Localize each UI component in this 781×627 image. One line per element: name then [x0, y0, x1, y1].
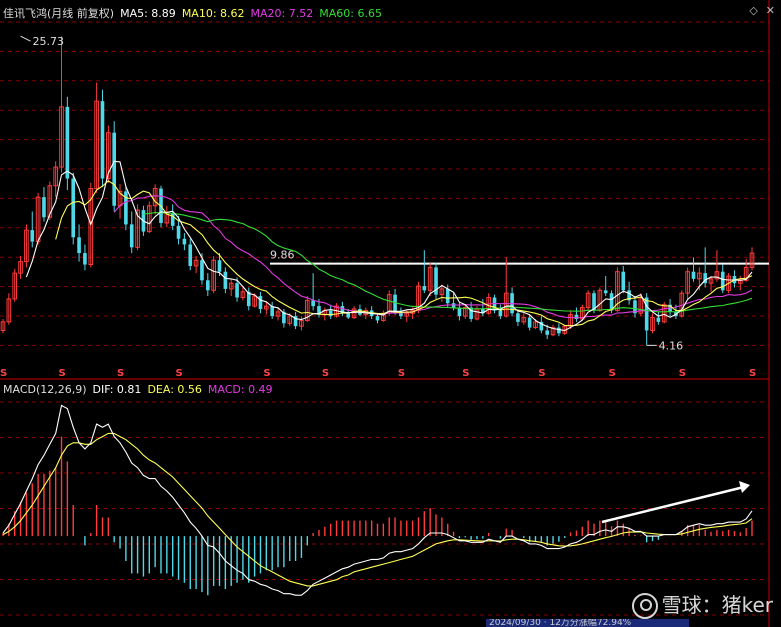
dividend-marker: S [59, 368, 66, 379]
macd-histogram [2, 436, 753, 596]
dividend-marker: S [0, 368, 7, 379]
candle-body [223, 271, 228, 289]
candle-body [691, 271, 696, 279]
stock-chart[interactable]: 9.86 25.73 4.16 S S S S S S S S S S S S [0, 0, 781, 627]
watermark: 雪球：猪ker [631, 589, 773, 619]
candle-body [205, 280, 210, 291]
macd-header: MACD(12,26,9) DIF: 0.81 DEA: 0.56 MACD: 0.4… [3, 383, 279, 396]
dividend-marker: S [462, 368, 469, 379]
ma10-value: MA10: 8.62 [181, 7, 245, 20]
chart-toolbar: ◇ ✕ [741, 4, 775, 17]
ma60-value: MA60: 6.65 [319, 7, 382, 20]
macd-value: MACD: 0.49 [207, 383, 273, 396]
candlestick-series [0, 36, 755, 346]
watermark-text: 雪球：猪ker [661, 592, 773, 617]
high-label: 25.73 [33, 35, 65, 48]
candle-body [621, 271, 626, 291]
trend-arrow [601, 481, 750, 524]
candle-body [129, 224, 134, 248]
candle-body [100, 101, 105, 179]
candle-body [30, 230, 35, 242]
candle-body [217, 260, 222, 272]
diamond-icon[interactable]: ◇ [749, 4, 757, 17]
candle-body [65, 106, 70, 179]
candle-body [83, 253, 87, 265]
dividend-marker: S [609, 368, 616, 379]
candle-body [182, 238, 187, 245]
candle-body [200, 260, 204, 281]
candle-body [188, 244, 193, 266]
candle-body [176, 225, 181, 239]
ma20-value: MA20: 7.52 [250, 7, 314, 20]
close-icon[interactable]: ✕ [766, 4, 775, 17]
high-pointer [20, 35, 31, 42]
low-label: 4.16 [659, 339, 684, 352]
candle-body [644, 297, 649, 331]
candle-body [603, 290, 608, 294]
dividend-marker: S [749, 368, 756, 379]
snowball-logo-icon [631, 593, 658, 619]
price-header: 佳讯飞鸿(月线 前复权) MA5: 8.89 MA10: 8.62 MA20: 7.5… [3, 5, 388, 21]
candle-body [516, 313, 520, 322]
candle-body [235, 283, 239, 298]
candle-body [498, 310, 503, 317]
candle-body [311, 300, 315, 307]
dea-value: DEA: 0.56 [147, 383, 202, 396]
candle-body [422, 286, 427, 291]
dividend-marker: S [176, 368, 183, 379]
macd-title: MACD(12,26,9) [3, 383, 87, 396]
dividend-marker: S [679, 368, 686, 379]
candle-body [328, 310, 333, 317]
candle-body [656, 317, 661, 322]
ma5-value: MA5: 8.89 [120, 7, 176, 20]
macd-lines [2, 404, 753, 596]
candle-body [545, 330, 550, 335]
price-level-line: 9.86 [270, 249, 769, 265]
dea-line [2, 432, 753, 587]
dividend-marker: S [538, 368, 545, 379]
candle-body [375, 316, 380, 321]
candle-body [557, 327, 561, 334]
candle-body [258, 296, 263, 309]
dividend-marker: S [117, 368, 124, 379]
candle-body [457, 307, 462, 317]
level-label: 9.86 [270, 249, 295, 262]
candle-body [71, 178, 76, 238]
dif-value: DIF: 0.81 [92, 383, 142, 396]
dividend-marker: S [322, 368, 329, 379]
candle-body [346, 313, 351, 318]
candle-body [270, 306, 274, 317]
candle-body [445, 288, 450, 304]
chart-title: 佳讯飞鸿(月线 前复权) [3, 7, 115, 20]
candle-body [574, 314, 579, 319]
candle-body [77, 237, 81, 254]
candle-body [42, 197, 46, 218]
candle-body [527, 317, 532, 328]
candle-body [112, 132, 116, 206]
candle-body [170, 212, 175, 226]
dividend-markers: SSSSSSSSSSSS [0, 368, 756, 379]
dividend-marker: S [263, 368, 270, 379]
bottom-info-bar: 2024/09/30 · 12万分涨幅72.94% [486, 619, 689, 627]
dividend-marker: S [398, 368, 405, 379]
